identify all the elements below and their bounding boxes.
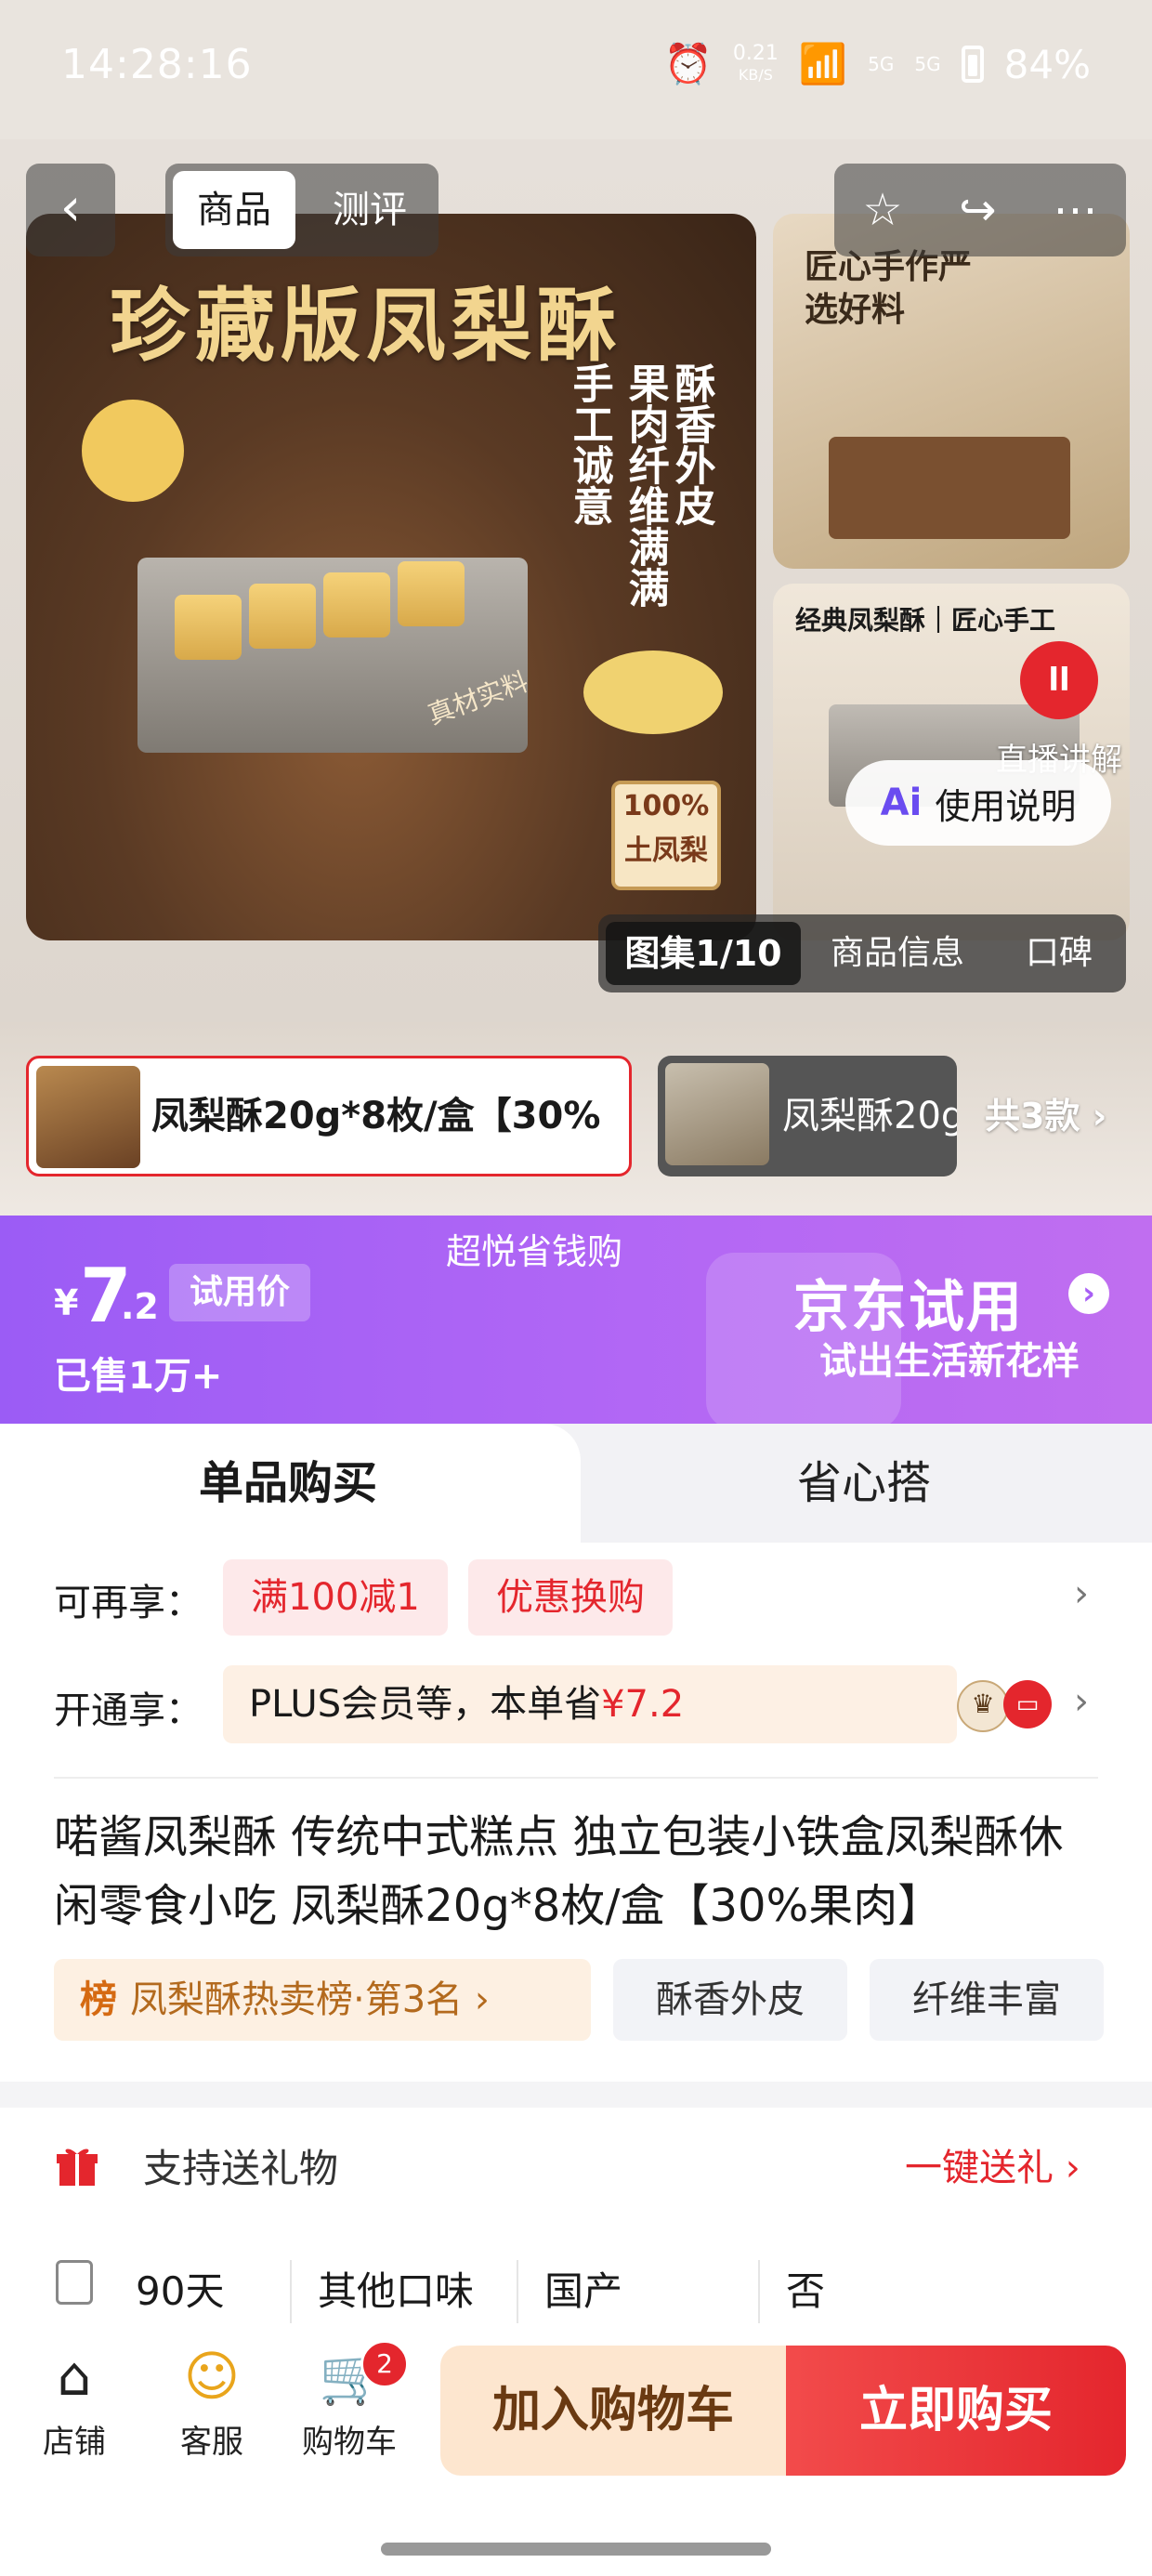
- share-icon[interactable]: ↪: [959, 184, 996, 236]
- gallery-tab-bar: 图集1/10 商品信息 口碑: [598, 914, 1126, 992]
- status-icons: ⏰ 0.21 KB/S 📶 5G 5G 84%: [664, 41, 1091, 87]
- variant-thumb: [665, 1063, 769, 1165]
- variant-option-selected[interactable]: 凤梨酥20g*8枚/盒【30%: [26, 1056, 632, 1176]
- image-vert-text-2: 果肉纤维满满: [621, 362, 669, 608]
- product-gallery[interactable]: 珍藏版凤梨酥 酥香外皮 果肉纤维满满 手工诚意 真材实料 100%土凤梨 匠心手…: [0, 139, 1152, 1022]
- variant-count-link[interactable]: 共3款 ›: [985, 1056, 1106, 1176]
- trial-price-tag: 试用价: [169, 1264, 310, 1321]
- more-icon[interactable]: ⋯: [1054, 184, 1098, 236]
- image-vert-text-1: 酥香外皮: [667, 362, 715, 526]
- variant-strip: 凤梨酥20g*8枚/盒【30% 凤梨酥20g 共3款 ›: [0, 1022, 1152, 1217]
- spec-origin: 国产: [544, 2268, 623, 2314]
- chevron-right-icon: ›: [1092, 1096, 1107, 1137]
- tab-review[interactable]: 测评: [308, 171, 431, 249]
- image-vert-text-3: 手工诚意: [565, 362, 613, 526]
- signal-1: 5G: [868, 53, 895, 75]
- tab-bundle[interactable]: 省心搭: [576, 1424, 1152, 1543]
- nav-service[interactable]: ☺ 客服: [156, 2346, 268, 2462]
- plus-benefit[interactable]: PLUS会员等，本单省¥7.2: [223, 1665, 957, 1743]
- nav-shop[interactable]: ⌂ 店铺: [19, 2346, 130, 2462]
- page-tabs: 商品 测评: [165, 164, 439, 256]
- variant-option[interactable]: 凤梨酥20g: [658, 1056, 957, 1176]
- chevron-right-icon: ›: [1065, 2147, 1080, 2189]
- section-separator: [0, 2082, 1152, 2108]
- buy-now-button[interactable]: 立即购买: [786, 2346, 1126, 2476]
- bottom-action-bar: ⌂ 店铺 ☺ 客服 🛒 购物车 2 加入购物车 立即购买: [0, 2323, 1152, 2576]
- ai-icon: Ai: [880, 782, 923, 824]
- side1-text: 匠心手作严选好料: [805, 247, 973, 329]
- rank-icon: 榜: [80, 1978, 117, 2021]
- variant-thumb: [36, 1066, 140, 1168]
- rank-badge[interactable]: 榜凤梨酥热卖榜·第3名 ›: [54, 1959, 591, 2041]
- chevron-right-icon: ›: [474, 1978, 490, 2021]
- plus-amount: ¥7.2: [601, 1683, 685, 1726]
- cart-count-badge: 2: [360, 2340, 409, 2388]
- status-bar: 14:28:16 ⏰ 0.21 KB/S 📶 5G 5G 84%: [0, 0, 1152, 139]
- sold-count: 已售1万+: [54, 1355, 223, 1398]
- ai-guide-button[interactable]: Ai 使用说明: [845, 760, 1111, 846]
- main-product-image[interactable]: 珍藏版凤梨酥 酥香外皮 果肉纤维满满 手工诚意 真材实料 100%土凤梨: [26, 214, 756, 940]
- gallery-tab-images[interactable]: 图集1/10: [606, 922, 801, 985]
- store-icon: ⌂: [57, 2345, 92, 2408]
- divider: [54, 1777, 1098, 1779]
- product-title: 喏酱凤梨酥 传统中式糕点 独立包装小铁盒凤梨酥休闲零食小吃 凤梨酥20g*8枚/…: [54, 1811, 1064, 1932]
- customer-service-icon: ☺: [183, 2345, 241, 2408]
- side-image-1[interactable]: 匠心手作严选好料: [773, 214, 1130, 569]
- feature-tag: 纤维丰富: [870, 1959, 1104, 2041]
- spec-shelf-life: 90天: [136, 2268, 225, 2314]
- document-icon: [56, 2260, 93, 2305]
- status-time: 14:28:16: [61, 41, 253, 88]
- live-icon: ll: [1020, 641, 1098, 719]
- chevron-left-icon: ‹: [59, 177, 82, 238]
- net-speed: 0.21 KB/S: [732, 41, 779, 84]
- coupon-chip[interactable]: 满100减1: [223, 1559, 448, 1636]
- top-actions: ☆ ↪ ⋯: [834, 164, 1126, 256]
- pineapple-slice: [82, 400, 184, 502]
- battery-level: 84%: [1003, 41, 1091, 87]
- jd-trial-subtitle: 试出生活新花样: [819, 1340, 1080, 1383]
- price-decimal: .2: [121, 1286, 159, 1327]
- price-currency: ¥: [54, 1282, 79, 1323]
- tab-single-purchase[interactable]: 单品购买: [0, 1424, 581, 1543]
- gallery-tab-reviews[interactable]: 口碑: [1026, 922, 1093, 985]
- send-gift-link[interactable]: 一键送礼 ›: [905, 2137, 1080, 2191]
- tin-box-illustration: [137, 558, 528, 753]
- plus-label: 开通享：: [54, 1689, 203, 1732]
- battery-icon: [961, 46, 984, 83]
- exchange-chip[interactable]: 优惠换购: [468, 1559, 673, 1636]
- card-icon: ▭: [1003, 1680, 1052, 1728]
- crown-icon: ♛: [957, 1680, 1009, 1732]
- gift-support-text: 支持送礼物: [143, 2146, 339, 2191]
- ai-guide-label: 使用说明: [935, 785, 1077, 827]
- stamp-label: 100%土凤梨: [611, 781, 721, 890]
- chevron-right-icon[interactable]: ›: [1068, 1273, 1109, 1314]
- star-icon[interactable]: ☆: [862, 184, 902, 236]
- purchase-mode-tabs: 单品购买 省心搭: [0, 1424, 1152, 1543]
- alarm-icon: ⏰: [663, 41, 713, 86]
- feature-tag: 酥香外皮: [613, 1959, 847, 2041]
- side2-text: 经典凤梨酥｜匠心手工: [795, 605, 1056, 636]
- signal-2: 5G: [914, 53, 941, 75]
- price-banner: 超悦省钱购 ¥ 7 .2 试用价 已售1万+ 京东试用 › 试出生活新花样: [0, 1216, 1152, 1429]
- spec-flavor: 其他口味: [318, 2268, 475, 2314]
- benefit-label: 可再享：: [54, 1582, 203, 1624]
- chevron-right-icon[interactable]: ›: [1074, 1572, 1089, 1615]
- promo-label: 超悦省钱购: [446, 1231, 623, 1272]
- chevron-right-icon[interactable]: ›: [1074, 1680, 1089, 1723]
- side1-tray: [829, 437, 1070, 539]
- wifi-icon: 📶: [798, 41, 848, 86]
- home-indicator[interactable]: [381, 2543, 771, 2556]
- pineapple-bowl: [583, 651, 723, 734]
- back-button[interactable]: ‹: [26, 164, 115, 256]
- image-title: 珍藏版凤梨酥: [110, 279, 622, 373]
- add-to-cart-button[interactable]: 加入购物车: [440, 2346, 786, 2476]
- spec-other: 否: [786, 2268, 826, 2314]
- tab-product[interactable]: 商品: [173, 171, 295, 249]
- gift-icon: [54, 2143, 100, 2189]
- gallery-tab-info[interactable]: 商品信息: [831, 922, 964, 985]
